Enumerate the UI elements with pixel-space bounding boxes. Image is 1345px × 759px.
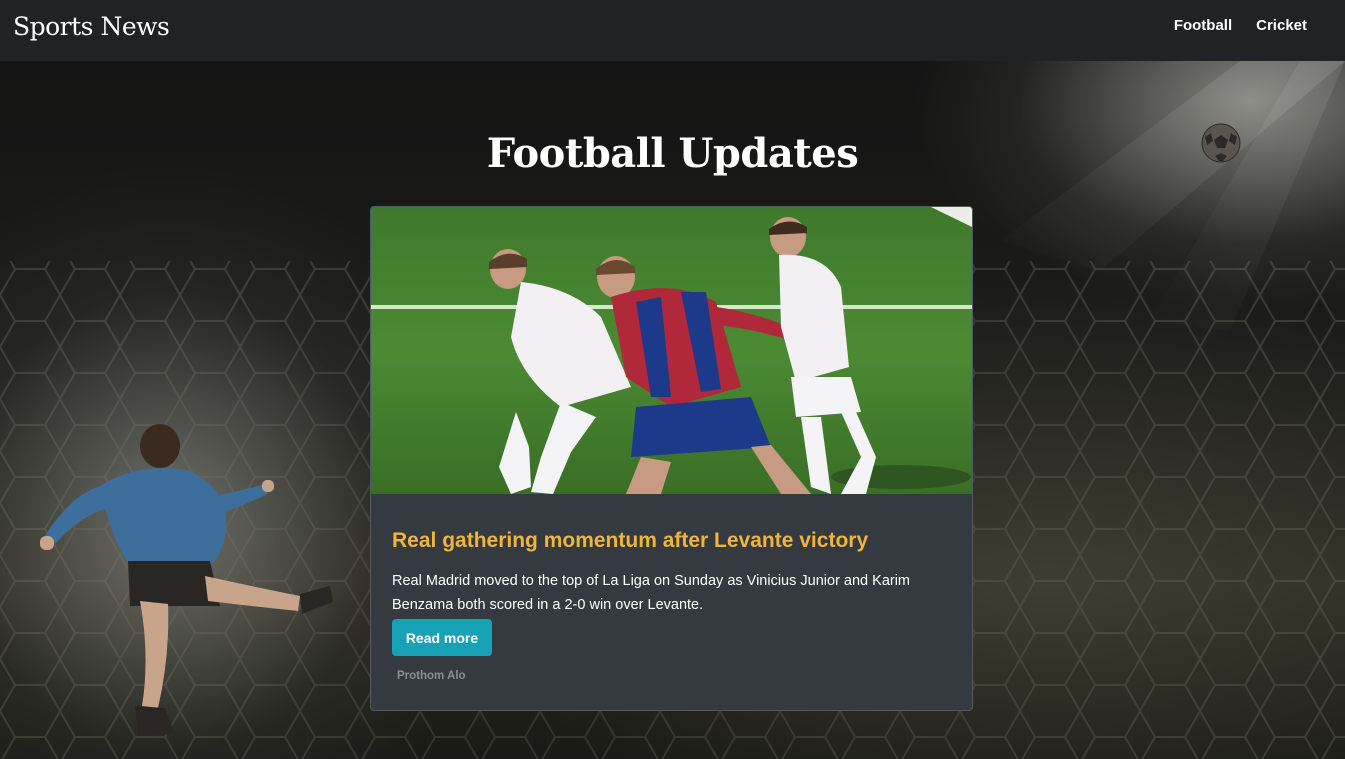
news-card: Real gathering momentum after Levante vi… (370, 206, 973, 711)
nav-link-cricket[interactable]: Cricket (1256, 17, 1307, 34)
brand-logo[interactable]: Sports News (13, 12, 170, 41)
card-source: Prothom Alo (397, 670, 466, 682)
kicking-player-illustration (40, 424, 333, 736)
nav-links: Football Cricket (1174, 17, 1307, 34)
navbar: Sports News Football Cricket (0, 0, 1345, 61)
read-more-button[interactable]: Read more (392, 619, 492, 656)
card-text: Real Madrid moved to the top of La Liga … (392, 572, 911, 613)
page-title: Football Updates (486, 129, 859, 177)
card-image[interactable] (371, 207, 972, 494)
hero-section: Football Updates Real gathering momentum… (0, 61, 1345, 759)
nav-link-football[interactable]: Football (1174, 17, 1232, 34)
card-title[interactable]: Real gathering momentum after Levante vi… (392, 529, 868, 553)
